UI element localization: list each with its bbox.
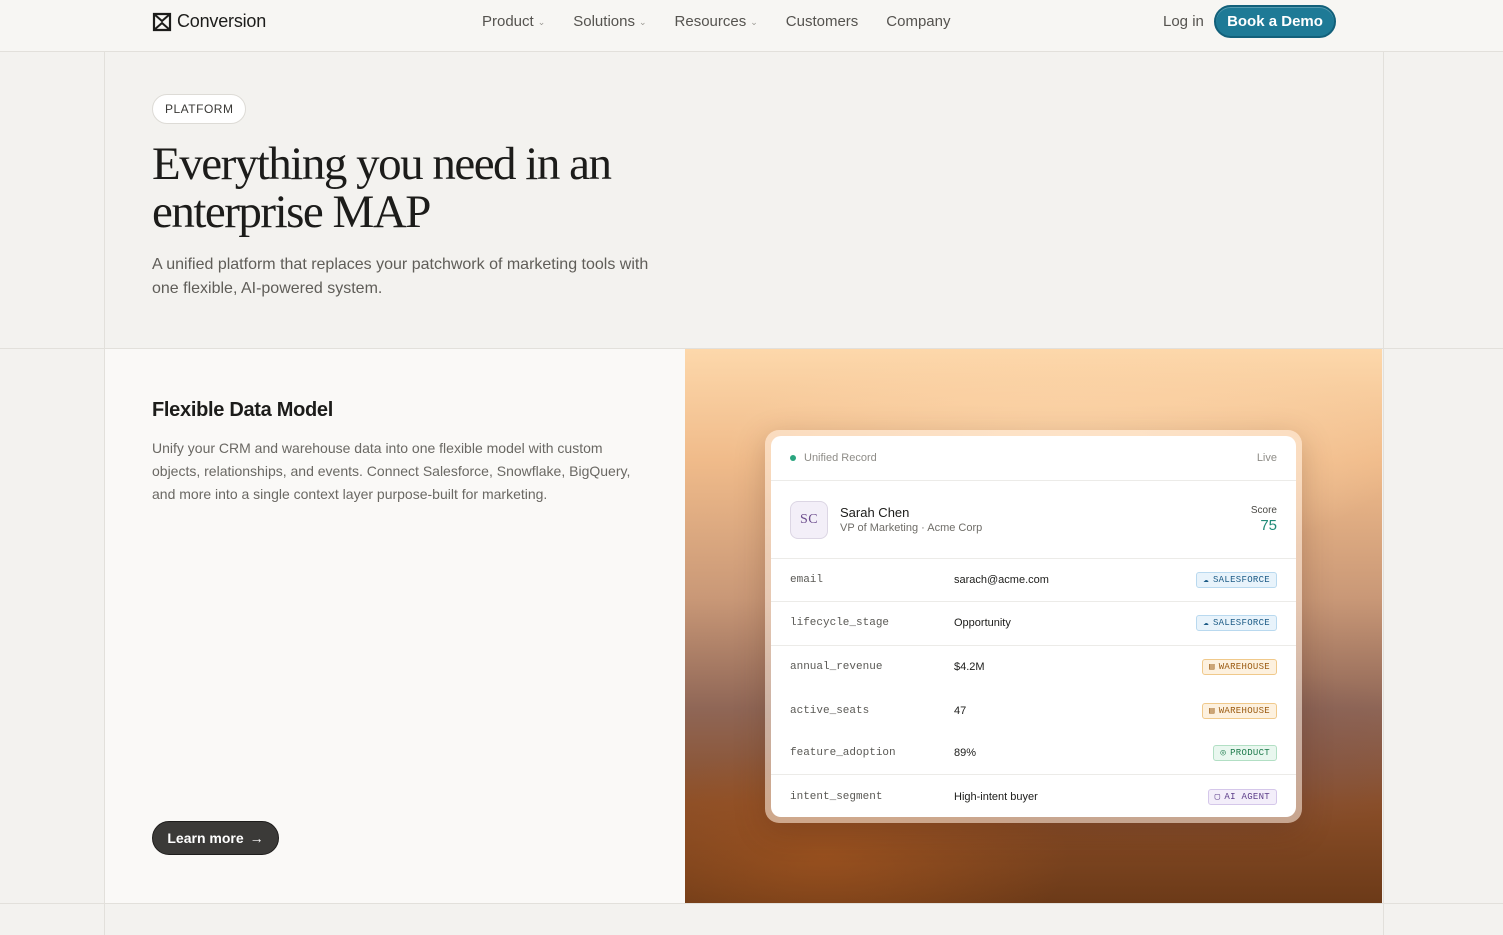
login-link[interactable]: Log in <box>1163 13 1204 30</box>
nav-link-solutions[interactable]: Solutions ⌄ <box>573 13 646 30</box>
feature-text-panel <box>105 349 685 903</box>
nav-link-label: Resources <box>674 13 747 30</box>
grid-line <box>1383 52 1384 935</box>
nav-link-customers[interactable]: Customers <box>786 13 859 30</box>
profile-role: VP of Marketing · Acme Corp <box>840 522 983 534</box>
field-value: 47 <box>954 704 967 717</box>
arrow-right-icon: → <box>249 830 264 846</box>
score-block: Score 75 <box>1251 505 1277 534</box>
record-row: feature_adoption 89% ◎ PRODUCT <box>771 732 1296 776</box>
source-label: SALESFORCE <box>1212 618 1270 629</box>
nav-link-product[interactable]: Product ⌄ <box>482 13 545 30</box>
nav-link-label: Product <box>482 13 534 30</box>
cloud-icon: ☁ <box>1203 618 1209 629</box>
nav-link-label: Customers <box>785 13 859 30</box>
chevron-down-icon: ⌄ <box>537 16 546 27</box>
record-row: lifecycle_stage Opportunity ☁ SALESFORCE <box>771 602 1296 646</box>
record-row: annual_revenue $4.2M ▤ WAREHOUSE <box>771 646 1296 689</box>
book-demo-button[interactable]: Book a Demo <box>1214 5 1336 38</box>
field-name: lifecycle_stage <box>790 617 890 630</box>
source-badge: ☁ SALESFORCE <box>1196 615 1277 632</box>
nav-links: Product ⌄ Solutions ⌄ Resources ⌄ Custom… <box>482 13 979 30</box>
section-pill: PLATFORM <box>152 94 247 124</box>
field-value: $4.2M <box>954 661 985 674</box>
profile-row: SC Sarah Chen VP of Marketing · Acme Cor… <box>771 481 1296 559</box>
source-badge: ▢ AI AGENT <box>1207 789 1277 806</box>
nav-link-label: Solutions <box>573 13 635 30</box>
field-name: active_seats <box>790 704 870 717</box>
record-row: active_seats 47 ▤ WAREHOUSE <box>771 689 1296 732</box>
source-label: WAREHOUSE <box>1218 662 1270 673</box>
chevron-down-icon: ⌄ <box>638 16 647 27</box>
source-badge: ◎ PRODUCT <box>1213 745 1277 762</box>
field-value: High-intent buyer <box>954 791 1038 804</box>
field-name: annual_revenue <box>790 661 883 674</box>
source-label: WAREHOUSE <box>1218 705 1270 716</box>
robot-icon: ▢ <box>1214 792 1221 803</box>
record-row: intent_segment High-intent buyer ▢ AI AG… <box>771 775 1296 817</box>
grid-line <box>104 52 105 935</box>
grid-line <box>0 348 1503 349</box>
profile-info: Sarah Chen VP of Marketing · Acme Corp <box>840 505 982 534</box>
logo-text: Conversion <box>177 11 267 31</box>
record-row: email sarach@acme.com ☁ SALESFORCE <box>771 559 1296 603</box>
score-value: 75 <box>1260 517 1277 534</box>
grid-line <box>0 903 1503 904</box>
learn-more-button[interactable]: Learn more → <box>152 821 279 855</box>
globe-icon: ◎ <box>1220 748 1227 759</box>
database-icon: ▤ <box>1208 705 1215 716</box>
feature-title: Flexible Data Model <box>152 399 334 421</box>
nav-link-resources[interactable]: Resources ⌄ <box>675 13 758 30</box>
source-label: PRODUCT <box>1230 748 1270 759</box>
learn-more-label: Learn more <box>167 830 244 846</box>
logo-icon <box>152 12 172 31</box>
unified-record-card: Unified Record Live SC Sarah Chen VP of … <box>771 436 1296 817</box>
record-card-frame: Unified Record Live SC Sarah Chen VP of … <box>765 430 1302 823</box>
nav-link-label: Company <box>886 13 951 30</box>
source-badge: ▤ WAREHOUSE <box>1201 659 1277 676</box>
source-label: AI AGENT <box>1224 792 1270 803</box>
chevron-down-icon: ⌄ <box>750 16 758 27</box>
source-badge: ▤ WAREHOUSE <box>1201 702 1277 719</box>
feature-description: Unify your CRM and warehouse data into o… <box>152 440 631 502</box>
cloud-icon: ☁ <box>1203 575 1209 586</box>
field-name: intent_segment <box>790 791 883 804</box>
logo[interactable]: Conversion <box>152 11 266 32</box>
nav-link-company[interactable]: Company <box>886 13 950 30</box>
field-value: Opportunity <box>954 617 1011 630</box>
database-icon: ▤ <box>1208 662 1215 673</box>
status-dot-icon <box>790 455 796 461</box>
field-name: feature_adoption <box>790 747 896 760</box>
field-name: email <box>790 574 824 587</box>
next-section <box>105 903 1383 935</box>
field-value: sarach@acme.com <box>954 574 1049 587</box>
profile-name: Sarah Chen <box>840 505 910 520</box>
avatar: SC <box>790 500 828 539</box>
page-title: Everything you need in an enterprise MAP <box>152 138 612 238</box>
field-value: 89% <box>954 747 977 760</box>
source-label: SALESFORCE <box>1212 575 1270 586</box>
hero-subtitle: A unified platform that replaces your pa… <box>152 256 649 297</box>
top-navigation: Conversion Product ⌄ Solutions ⌄ Resourc… <box>0 0 1503 52</box>
source-badge: ☁ SALESFORCE <box>1196 572 1277 589</box>
card-header-label: Unified Record <box>804 452 877 464</box>
live-status: Live <box>1256 452 1277 464</box>
score-label: Score <box>1250 505 1277 516</box>
card-header: Unified Record Live <box>771 436 1296 481</box>
